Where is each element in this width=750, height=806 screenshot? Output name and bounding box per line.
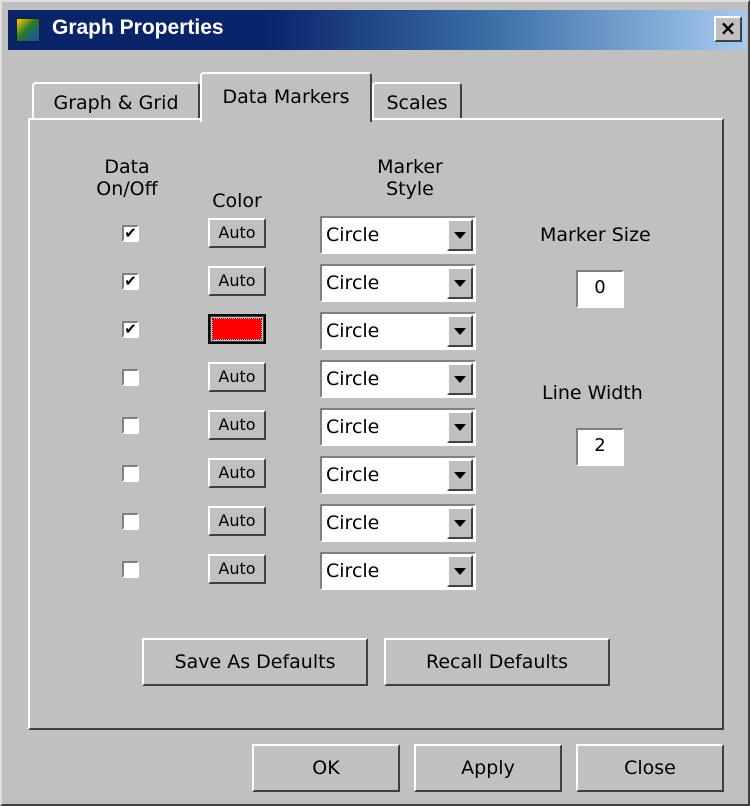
tab-graph-and-grid[interactable]: Graph & Grid [32,82,200,118]
marker-style-value: Circle [326,560,380,582]
color-button[interactable]: Auto [208,362,266,392]
marker-style-value: Circle [326,464,380,486]
data-onoff-checkbox[interactable] [122,465,139,482]
marker-style-select[interactable]: Circle [320,456,476,494]
color-button[interactable]: Auto [208,554,266,584]
apply-button[interactable]: Apply [414,744,562,792]
data-onoff-checkbox[interactable] [122,417,139,434]
tab-scales[interactable]: Scales [372,82,462,118]
marker-style-select[interactable]: Circle [320,408,476,446]
line-width-input[interactable]: 2 [576,428,624,466]
marker-style-select[interactable]: Circle [320,312,476,350]
data-onoff-checkbox[interactable]: ✔ [122,225,139,242]
marker-style-header-line2: Style [386,178,434,200]
data-onoff-header-line1: Data [104,156,150,178]
color-button[interactable]: Auto [208,506,266,536]
data-onoff-checkbox[interactable] [122,513,139,530]
recall-defaults-button[interactable]: Recall Defaults [384,638,610,686]
color-button[interactable]: Auto [208,266,266,296]
marker-style-select[interactable]: Circle [320,264,476,302]
data-onoff-checkbox[interactable]: ✔ [122,321,139,338]
dropdown-arrow-icon[interactable] [447,459,473,491]
marker-size-label: Marker Size [540,224,651,246]
title-bar[interactable]: Graph Properties × [8,10,746,50]
marker-style-select[interactable]: Circle [320,552,476,590]
dropdown-arrow-icon[interactable] [447,219,473,251]
marker-style-select[interactable]: Circle [320,360,476,398]
marker-style-value: Circle [326,272,380,294]
save-as-defaults-button[interactable]: Save As Defaults [142,638,368,686]
dropdown-arrow-icon[interactable] [447,507,473,539]
marker-style-value: Circle [326,224,380,246]
line-width-label: Line Width [542,382,643,404]
marker-style-select[interactable]: Circle [320,216,476,254]
graph-properties-dialog: Graph Properties × Graph & Grid Data Mar… [0,0,750,806]
dropdown-arrow-icon[interactable] [447,411,473,443]
dropdown-arrow-icon[interactable] [447,555,473,587]
data-onoff-header-line2: On/Off [96,178,158,200]
window-title: Graph Properties [52,16,224,39]
marker-style-select[interactable]: Circle [320,504,476,542]
marker-style-value: Circle [326,512,380,534]
marker-style-value: Circle [326,368,380,390]
tab-data-markers[interactable]: Data Markers [200,72,372,122]
close-icon[interactable]: × [714,16,742,42]
marker-style-value: Circle [326,320,380,342]
ok-button[interactable]: OK [252,744,400,792]
dropdown-arrow-icon[interactable] [447,363,473,395]
color-button[interactable]: Auto [208,410,266,440]
close-button[interactable]: Close [576,744,724,792]
marker-size-input[interactable]: 0 [576,270,624,308]
dropdown-arrow-icon[interactable] [447,267,473,299]
data-markers-panel: Data On/Off Color Marker Style ✔ Auto Circ… [28,118,724,730]
marker-style-header-line1: Marker [377,156,443,178]
color-swatch [212,318,262,340]
marker-style-header: Marker Style [350,156,470,200]
data-onoff-checkbox[interactable]: ✔ [122,273,139,290]
color-button[interactable] [208,314,266,344]
marker-style-value: Circle [326,416,380,438]
data-onoff-checkbox[interactable] [122,369,139,386]
app-graph-icon [16,18,40,42]
color-button[interactable]: Auto [208,218,266,248]
color-button[interactable]: Auto [208,458,266,488]
data-onoff-checkbox[interactable] [122,561,139,578]
color-header: Color [212,190,262,212]
data-onoff-header: Data On/Off [82,156,172,200]
dropdown-arrow-icon[interactable] [447,315,473,347]
